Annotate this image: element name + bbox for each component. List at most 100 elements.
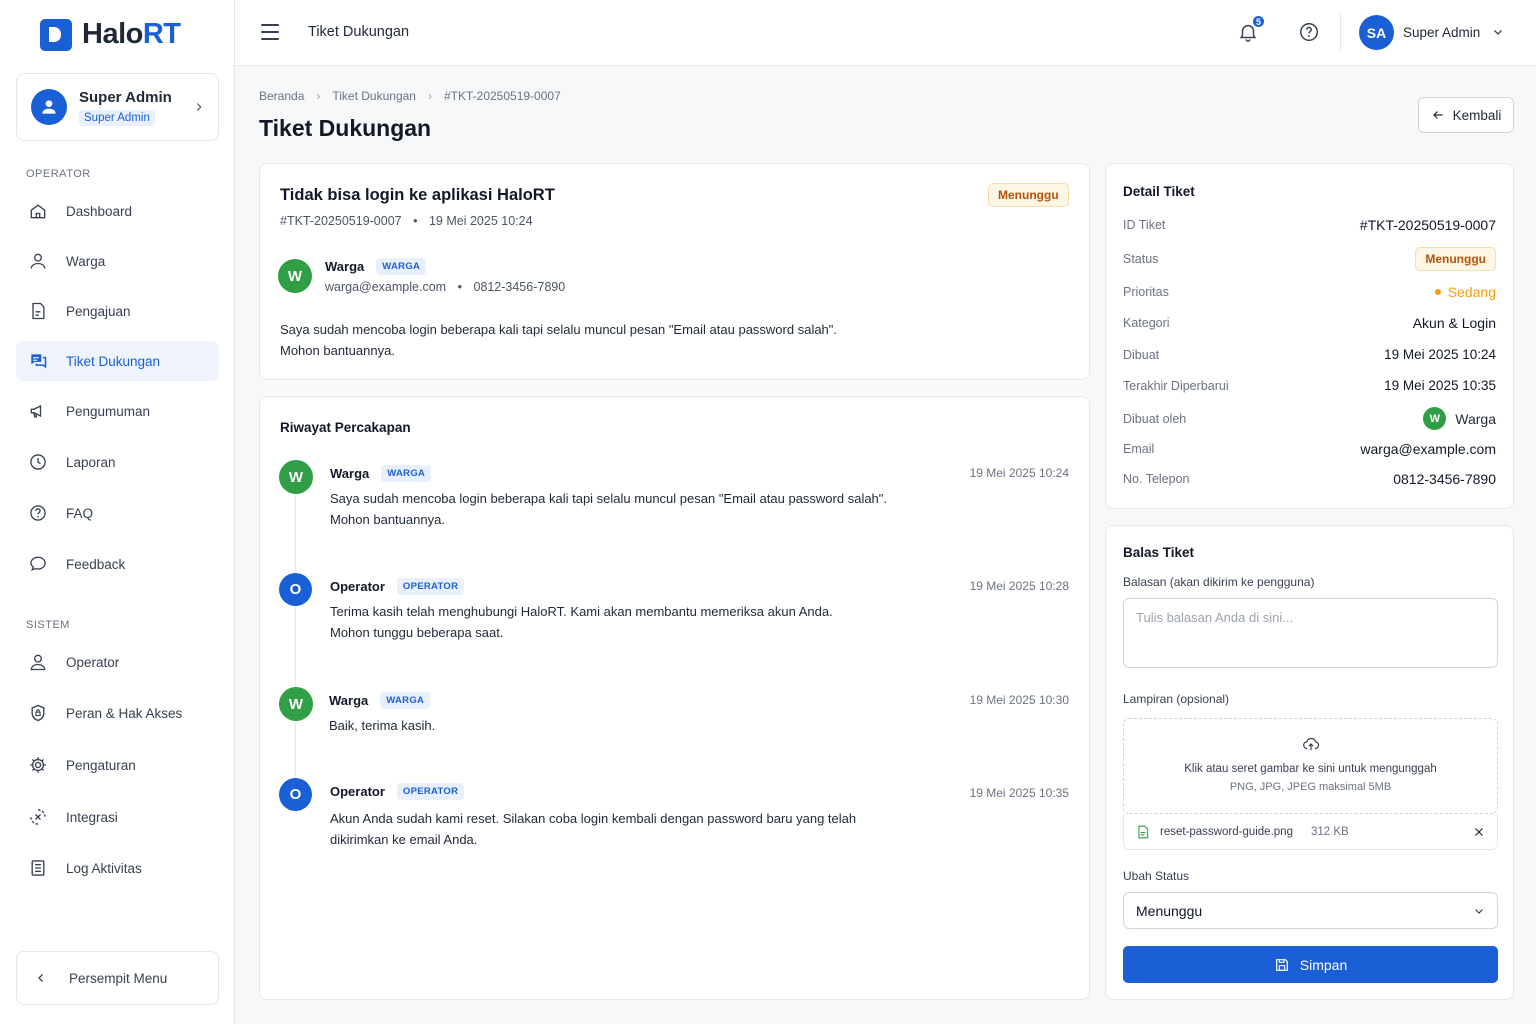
ticket-message: Saya sudah mencoba login beberapa kali t…: [280, 319, 837, 361]
breadcrumb-item-tiket-dukungan[interactable]: Tiket Dukungan: [332, 89, 416, 103]
status-select-value: Menunggu: [1136, 902, 1203, 919]
logo-text-suffix: RT: [142, 18, 181, 50]
reporter-name: Warga: [325, 259, 365, 274]
message-author: Warga: [329, 693, 369, 708]
sidebar-item-pengaturan[interactable]: Pengaturan: [16, 745, 219, 785]
reporter-header: Warga WARGA: [325, 258, 427, 275]
home-icon: [30, 204, 46, 219]
document-icon: [32, 302, 45, 320]
reply-textarea[interactable]: Tulis balasan Anda di sini...: [1123, 598, 1498, 668]
sidebar-item-label: FAQ: [66, 505, 94, 521]
timeline-line: [295, 493, 296, 573]
sidebar-item-label: Warga: [66, 253, 106, 269]
upload-cloud-icon: [1302, 738, 1319, 750]
attachment-dropzone[interactable]: Klik atau seret gambar ke sini untuk men…: [1123, 718, 1498, 814]
detail-value: 19 Mei 2025 10:24: [1384, 347, 1496, 362]
reporter-contact: warga@example.com • 0812-3456-7890: [325, 280, 565, 294]
breadcrumb-item-beranda[interactable]: Beranda: [259, 89, 304, 103]
sidebar-item-label: Pengajuan: [66, 303, 131, 319]
save-button-label: Simpan: [1299, 956, 1348, 973]
sidebar-item-warga[interactable]: Warga: [16, 241, 219, 281]
sidebar-item-faq[interactable]: FAQ: [16, 493, 219, 533]
sidebar-item-pengumuman[interactable]: Pengumuman: [16, 391, 219, 431]
detail-value: 0812-3456-7890: [1393, 471, 1496, 487]
priority-value: Sedang: [1434, 284, 1496, 300]
reporter-phone: 0812-3456-7890: [473, 280, 566, 294]
app-logo[interactable]: HaloRT: [40, 18, 181, 51]
section-label-operator: OPERATOR: [26, 168, 91, 180]
question-icon: [30, 505, 46, 521]
attachment-file-size: 312 KB: [1310, 825, 1349, 838]
message-text-line: dikirimkan ke email Anda.: [330, 832, 478, 847]
back-button[interactable]: Kembali: [1418, 97, 1514, 133]
chevron-left-icon: [38, 974, 43, 982]
sidebar-item-label: Feedback: [66, 556, 126, 572]
chevron-down-icon[interactable]: [1492, 26, 1504, 38]
sidebar-item-log-aktivitas[interactable]: Log Aktivitas: [16, 848, 219, 888]
user-name[interactable]: Super Admin: [1403, 25, 1480, 40]
avatar: [31, 89, 67, 125]
conversation-history-card: Riwayat Percakapan W Warga WARGA 19 Mei 2…: [259, 396, 1090, 1000]
meta-separator: •: [457, 280, 462, 294]
sidebar-item-label: Integrasi: [66, 809, 118, 825]
detail-label: Dibuat oleh: [1123, 411, 1187, 426]
integration-icon: [30, 809, 46, 825]
sidebar: HaloRT Super Admin Super Admin OPERATOR …: [0, 0, 235, 1024]
sidebar-item-integrasi[interactable]: Integrasi: [16, 797, 219, 837]
detail-row-id: ID Tiket #TKT-20250519-0007: [1123, 217, 1496, 233]
detail-row-creator: Dibuat oleh W Warga: [1123, 407, 1496, 430]
sidebar-item-label: Peran & Hak Akses: [66, 705, 183, 721]
message-time: 19 Mei 2025 10:35: [969, 786, 1069, 800]
detail-row-updated: Terakhir Diperbarui 19 Mei 2025 10:35: [1123, 378, 1496, 393]
save-button[interactable]: Simpan: [1123, 946, 1498, 983]
reply-ticket-card: Balas Tiket Balasan (akan dikirim ke pen…: [1105, 525, 1514, 1000]
sidebar-item-feedback[interactable]: Feedback: [16, 544, 219, 584]
detail-row-created: Dibuat 19 Mei 2025 10:24: [1123, 347, 1496, 362]
sidebar-item-label: Laporan: [66, 454, 116, 470]
priority-text: Sedang: [1447, 284, 1496, 300]
gear-icon: [30, 757, 46, 773]
message-time: 19 Mei 2025 10:30: [969, 693, 1069, 707]
logo-icon: [40, 18, 72, 51]
detail-label: Prioritas: [1123, 285, 1169, 299]
user-avatar-icon: [42, 100, 56, 114]
user-avatar[interactable]: SA: [1359, 15, 1394, 50]
message-time: 19 Mei 2025 10:24: [969, 466, 1069, 480]
reply-field-label: Balasan (akan dikirim ke pengguna): [1123, 575, 1315, 589]
breadcrumb-item-current: #TKT-20250519-0007: [443, 89, 561, 103]
sidebar-item-label: Dashboard: [66, 203, 133, 219]
collapse-menu-label: Persempit Menu: [69, 970, 168, 986]
status-field-label: Ubah Status: [1123, 869, 1190, 883]
message-author: Operator: [330, 784, 385, 799]
sidebar-item-peran-hak-akses[interactable]: Peran & Hak Akses: [16, 693, 219, 733]
close-icon[interactable]: [1473, 826, 1485, 838]
message-avatar: O: [279, 778, 312, 811]
sidebar-item-laporan[interactable]: Laporan: [16, 442, 219, 482]
ticket-card: Tidak bisa login ke aplikasi HaloRT #TKT…: [259, 163, 1090, 380]
sidebar-item-tiket-dukungan[interactable]: Tiket Dukungan: [16, 341, 219, 381]
creator-value: W Warga: [1423, 407, 1496, 430]
sidebar-item-label: Log Aktivitas: [66, 860, 142, 876]
detail-title: Detail Tiket: [1123, 184, 1195, 199]
detail-row-category: Kategori Akun & Login: [1123, 315, 1496, 331]
detail-value: 19 Mei 2025 10:35: [1384, 378, 1496, 393]
sidebar-item-operator[interactable]: Operator: [16, 642, 219, 682]
profile-card[interactable]: Super Admin Super Admin: [16, 73, 219, 141]
message-text-line: Baik, terima kasih.: [329, 718, 436, 733]
user-icon: [30, 654, 46, 671]
message-avatar: O: [279, 573, 312, 606]
attachment-label: Lampiran (opsional): [1123, 692, 1230, 706]
status-badge: Menunggu: [1415, 247, 1496, 271]
detail-row-email: Email warga@example.com: [1123, 441, 1496, 457]
hamburger-menu-icon[interactable]: [261, 24, 279, 45]
ticket-title: Tidak bisa login ke aplikasi HaloRT: [280, 186, 555, 204]
message-icon: [30, 556, 46, 571]
message-author: Warga: [330, 466, 370, 481]
detail-value: #TKT-20250519-0007: [1359, 217, 1496, 233]
sidebar-item-dashboard[interactable]: Dashboard: [16, 191, 219, 231]
sidebar-item-pengajuan[interactable]: Pengajuan: [16, 291, 219, 331]
status-select[interactable]: Menunggu: [1123, 892, 1498, 929]
help-icon[interactable]: [1298, 21, 1320, 43]
collapse-menu-button[interactable]: Persempit Menu: [16, 951, 219, 1005]
user-icon: [30, 253, 46, 269]
